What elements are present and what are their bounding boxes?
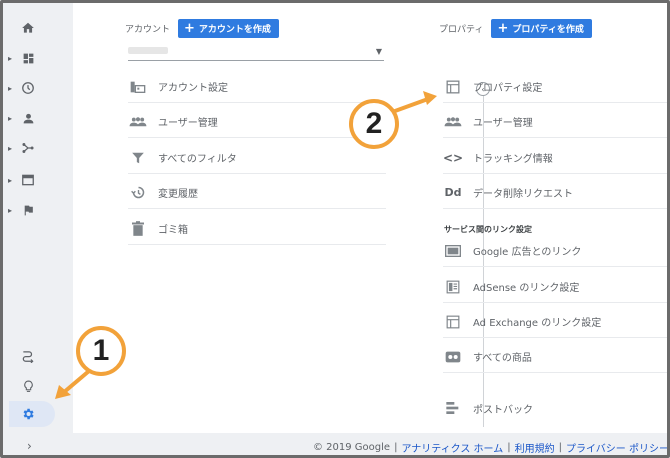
annotation-badge-2: 2 [349, 99, 399, 149]
annotation-arrows [55, 91, 437, 399]
app-frame: ▸ ▸ ▸ ▸ ▸ ▸ › アカウント + アカウントを作成 ▼ アカウント設定… [0, 0, 670, 458]
annotation-badge-1: 1 [76, 326, 126, 376]
